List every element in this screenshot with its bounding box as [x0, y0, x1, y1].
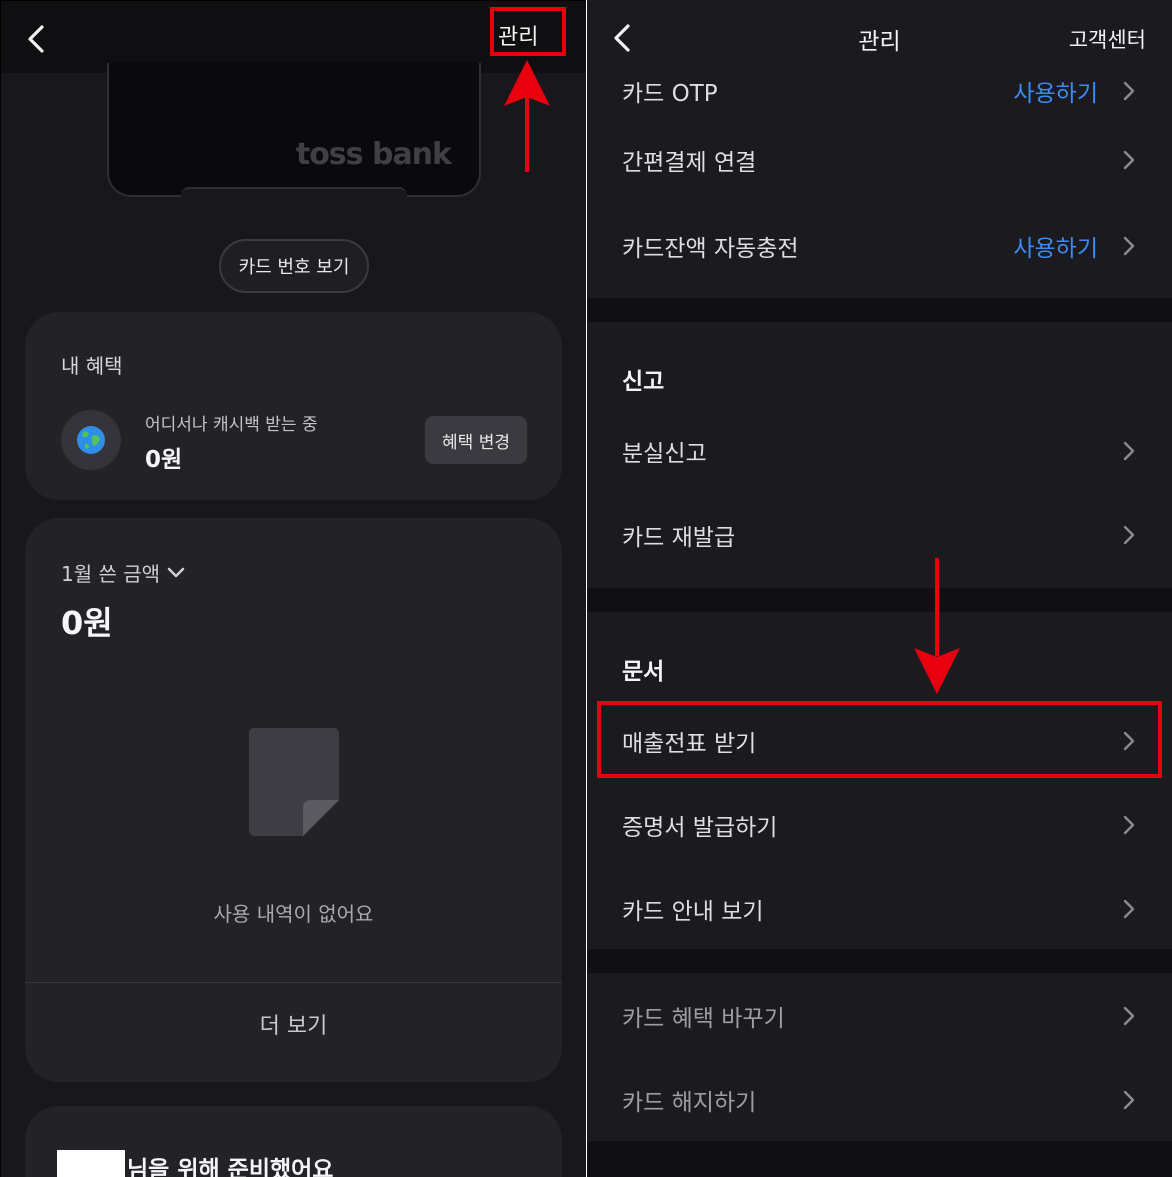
menu-item-label: 카드 재발급	[622, 525, 736, 551]
menu-item-certificate[interactable]: 증명서 발급하기	[587, 782, 1172, 866]
card-change-group: 카드 혜택 바꾸기 카드 해지하기	[587, 973, 1172, 1141]
recommendation-card: 님을 위해 준비했어요	[25, 1106, 562, 1177]
chevron-right-icon	[1123, 1006, 1135, 1026]
menu-item-label: 카드 해지하기	[622, 1090, 757, 1116]
menu-item-auto-charge[interactable]: 카드잔액 자동충전 사용하기	[587, 203, 1172, 287]
chevron-down-icon	[167, 567, 185, 577]
back-button[interactable]	[19, 21, 53, 57]
chevron-right-icon	[1123, 81, 1135, 101]
menu-item-label: 카드 OTP	[622, 81, 718, 107]
use-action-link[interactable]: 사용하기	[1013, 74, 1098, 108]
divider	[25, 982, 562, 983]
chevron-right-icon	[1123, 815, 1135, 835]
menu-item-simple-pay[interactable]: 간편결제 연결	[587, 117, 1172, 201]
month-selector[interactable]: 1월 쓴 금액	[61, 558, 186, 587]
manage-screen: 관리 고객센터 카드 OTP 사용하기 간편결제 연결 카드잔액 자동충전 사용…	[587, 0, 1172, 1177]
group-title: 신고	[622, 369, 665, 395]
redacted-username	[57, 1150, 125, 1177]
chevron-right-icon	[1123, 150, 1135, 170]
use-action-link[interactable]: 사용하기	[1013, 229, 1098, 263]
menu-item-card-guide[interactable]: 카드 안내 보기	[587, 866, 1172, 950]
top-bar: 관리 고객센터	[587, 0, 1172, 70]
card-notch	[181, 187, 407, 197]
menu-item-change-benefit[interactable]: 카드 혜택 바꾸기	[587, 973, 1172, 1057]
benefit-title: 내 혜택	[61, 354, 123, 378]
chevron-right-icon	[1123, 899, 1135, 919]
highlight-manage	[490, 7, 566, 56]
menu-item-reissue[interactable]: 카드 재발급	[587, 492, 1172, 576]
cashback-label: 어디서나 캐시백 받는 중	[145, 415, 318, 435]
chevron-left-icon	[28, 25, 44, 53]
document-group: 문서 매출전표 받기 증명서 발급하기 카드 안내 보기	[587, 612, 1172, 949]
menu-item-cancel-card[interactable]: 카드 해지하기	[587, 1057, 1172, 1141]
card-logo: toss bank	[295, 137, 452, 172]
group-title: 문서	[622, 659, 665, 685]
cashback-value: 0원	[145, 447, 183, 473]
menu-item-label: 카드잔액 자동충전	[622, 236, 799, 262]
chevron-right-icon	[1123, 236, 1135, 256]
change-benefit-button[interactable]: 혜택 변경	[425, 416, 527, 464]
recommendation-title: 님을 위해 준비했어요	[127, 1157, 334, 1177]
menu-item-label: 증명서 발급하기	[622, 815, 778, 841]
report-group: 신고 분실신고 카드 재발급	[587, 322, 1172, 588]
globe-icon	[61, 410, 121, 470]
chevron-right-icon	[1123, 441, 1135, 461]
highlight-receipt	[597, 701, 1162, 778]
spent-amount: 0원	[61, 604, 113, 642]
menu-item-label: 간편결제 연결	[622, 150, 757, 176]
spending-card: 1월 쓴 금액 0원 사용 내역이 없어요 더 보기	[25, 518, 562, 1082]
month-label: 1월 쓴 금액	[61, 562, 161, 586]
menu-item-label: 카드 혜택 바꾸기	[622, 1006, 785, 1032]
customer-center-button[interactable]: 고객센터	[1069, 24, 1146, 54]
empty-document-icon	[249, 728, 339, 836]
chevron-right-icon	[1123, 1090, 1135, 1110]
menu-item-label: 분실신고	[622, 441, 707, 467]
empty-history-text: 사용 내역이 없어요	[213, 902, 374, 926]
menu-item-lost-report[interactable]: 분실신고	[587, 408, 1172, 492]
card-detail-screen: 관리 toss bank 카드 번호 보기 내 혜택 어디서나 캐시백 받는 중…	[0, 0, 586, 1177]
card-image: toss bank	[107, 63, 481, 197]
view-card-number-button[interactable]: 카드 번호 보기	[219, 239, 369, 293]
more-button[interactable]: 더 보기	[25, 1008, 562, 1040]
benefit-card: 내 혜택 어디서나 캐시백 받는 중 0원 혜택 변경	[25, 312, 562, 500]
chevron-right-icon	[1123, 525, 1135, 545]
menu-item-label: 카드 안내 보기	[622, 899, 764, 925]
